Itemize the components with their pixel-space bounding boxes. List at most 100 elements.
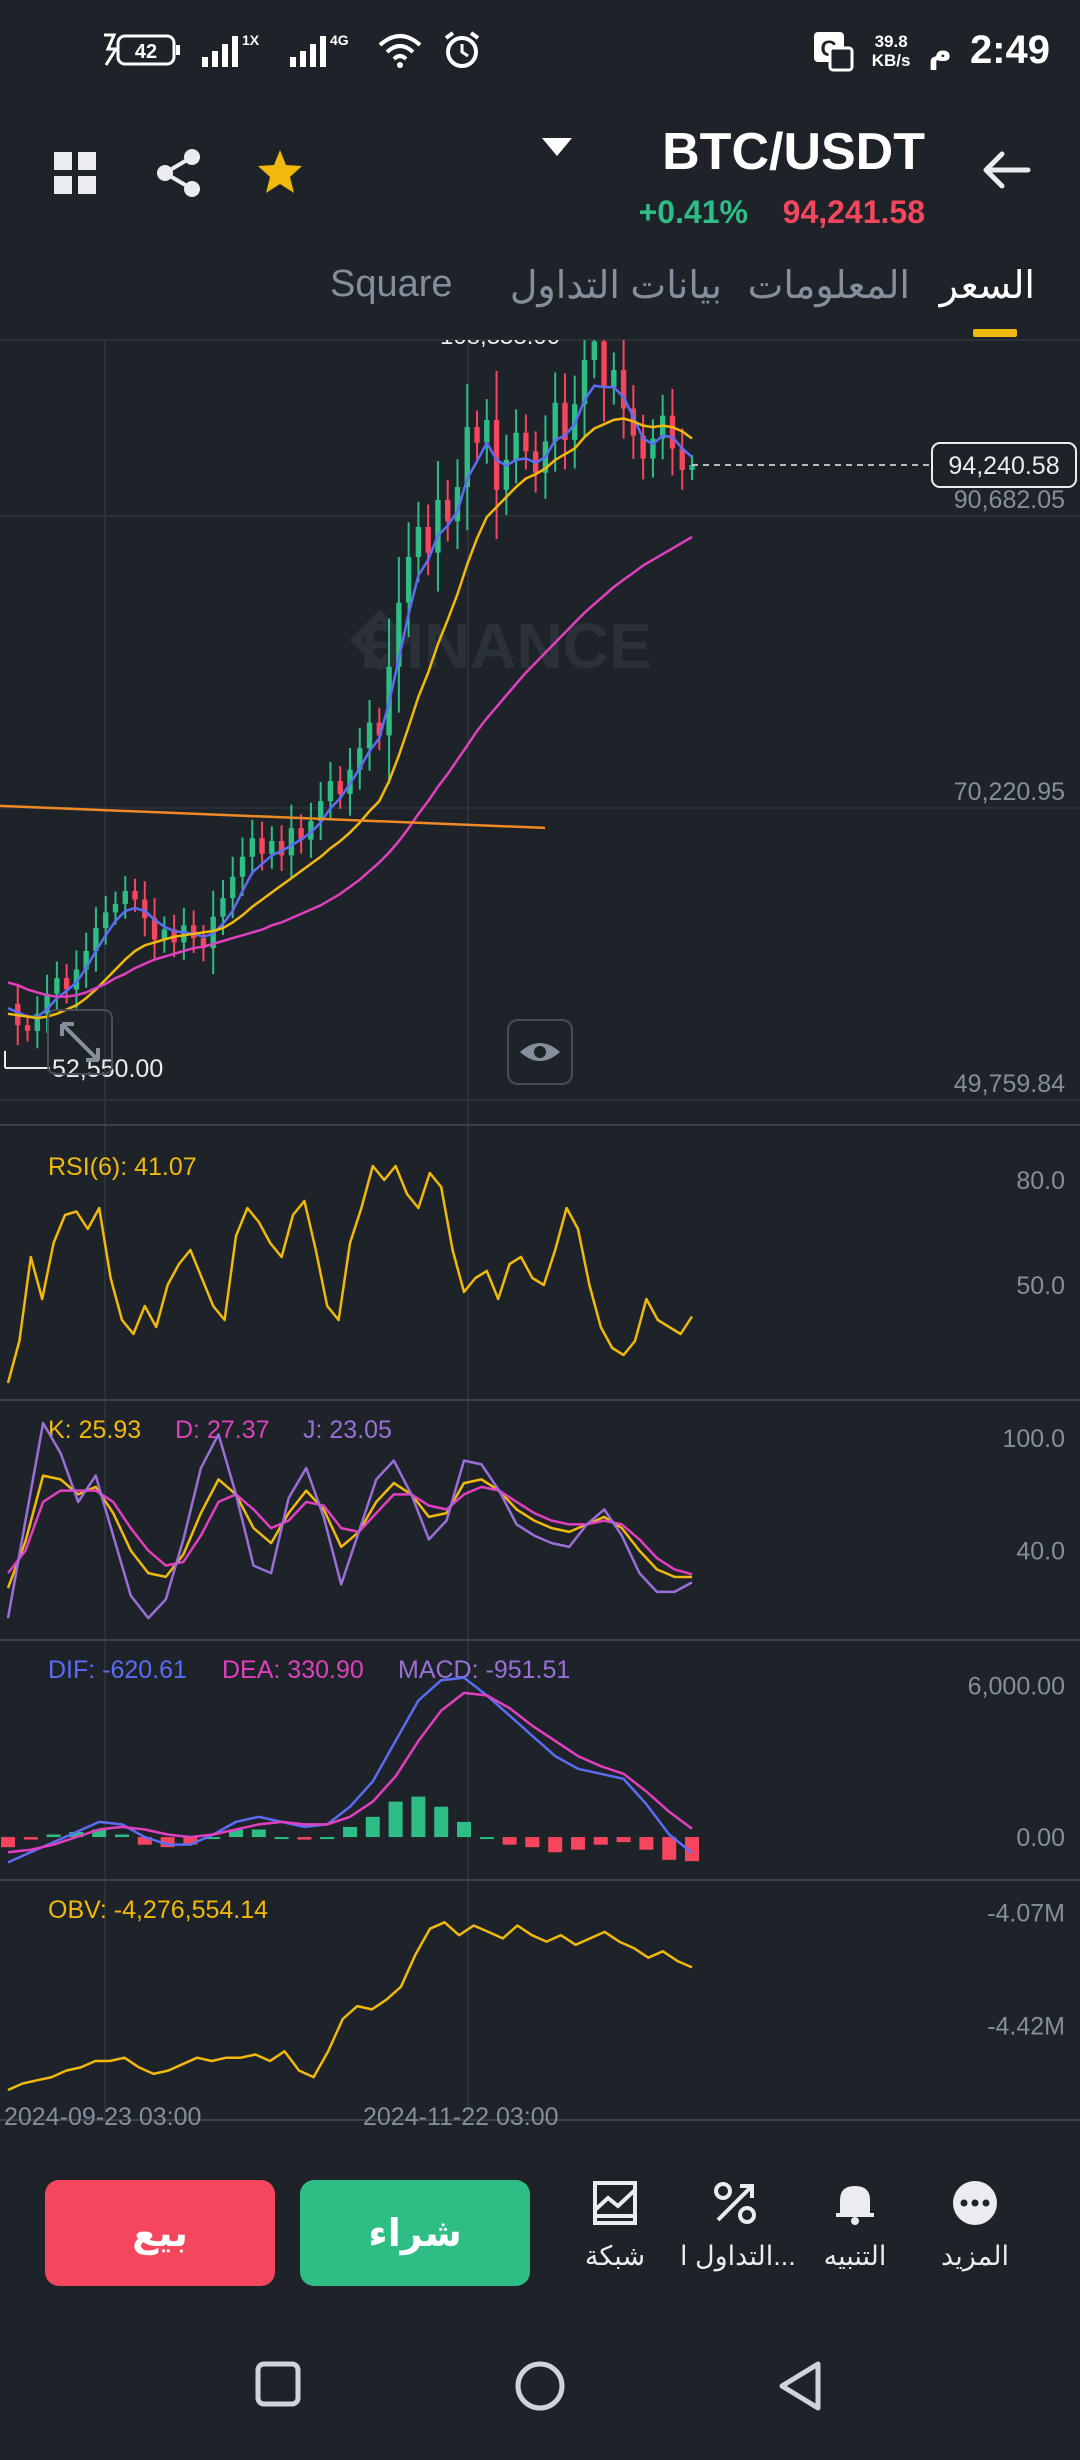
bell-icon <box>836 2186 874 2225</box>
candle-body <box>54 978 60 994</box>
kline-chart[interactable]: 90,682.0570,220.9549,759.84BINANCE108,35… <box>0 340 1080 2130</box>
macd-histogram-bar <box>662 1837 677 1860</box>
bottom-action-bar: بيع شراء شبكة التداول ا... التنبيه المزي… <box>0 2150 1080 2320</box>
tab-info[interactable]: المعلومات <box>748 263 910 308</box>
candle-body <box>425 527 431 553</box>
candle-body <box>405 556 412 603</box>
trendline <box>0 804 546 830</box>
home-circle-icon[interactable] <box>514 2360 566 2412</box>
more-action[interactable]: المزيد <box>920 2180 1030 2272</box>
obv-axis-label: -4.42M <box>987 2012 1065 2040</box>
macd-histogram-bar <box>479 1837 494 1840</box>
caret-down-icon[interactable] <box>542 138 572 160</box>
price-axis-label: 70,220.95 <box>954 778 1065 806</box>
status-icons-right: G 39.8 KB/s م 2:49 <box>812 28 1050 73</box>
kdj-line <box>6 1421 693 1620</box>
candle-body <box>435 499 441 553</box>
status-icons-left: 42 1X 4G <box>100 30 482 70</box>
candle-body <box>445 499 451 522</box>
kdj-label: K: 25.93 <box>48 1416 141 1444</box>
macd-axis-label: 0.00 <box>1016 1824 1065 1852</box>
battery-level: 42 <box>135 41 157 63</box>
back-triangle-icon[interactable] <box>776 2360 824 2412</box>
more-dots-icon <box>953 2181 997 2225</box>
macd-histogram-bar <box>571 1837 585 1850</box>
candle-body <box>513 432 519 460</box>
tab-trading-data[interactable]: بيانات التداول <box>510 263 722 308</box>
macd-histogram-bar <box>616 1837 631 1843</box>
obv-label: OBV: -4,276,554.14 <box>48 1896 268 1924</box>
candle-body <box>484 419 490 443</box>
net-speed: 39.8 KB/s <box>871 31 911 70</box>
kdj-label: D: 27.37 <box>175 1416 270 1444</box>
kdj-label: J: 23.05 <box>303 1416 392 1444</box>
wifi-icon <box>378 34 422 68</box>
macd-histogram-bar <box>365 1816 380 1838</box>
grid-menu-icon[interactable] <box>54 152 96 194</box>
trading-pair-title[interactable]: BTC/USDT <box>662 122 925 182</box>
macd-histogram-bar <box>411 1796 426 1838</box>
macd-histogram-bar <box>46 1834 61 1838</box>
macd-histogram-bar <box>320 1837 335 1840</box>
signal-1x-icon: 1X <box>202 32 260 67</box>
ampm: م <box>928 32 952 69</box>
macd-histogram-bar <box>388 1801 403 1838</box>
macd-histogram-bar <box>639 1837 654 1850</box>
trade-label: التداول ا... <box>680 2241 796 2271</box>
recents-square-icon[interactable] <box>254 2360 302 2408</box>
alarm-icon <box>444 31 480 68</box>
macd-histogram-bar <box>274 1837 289 1840</box>
time-axis-label: 2024-11-22 03:00 <box>363 2103 559 2130</box>
candle-body <box>122 891 128 904</box>
alert-action[interactable]: التنبيه <box>800 2180 910 2272</box>
back-arrow-icon[interactable] <box>982 150 1032 190</box>
favorite-star-icon[interactable] <box>256 148 304 196</box>
macd-label: MACD: -951.51 <box>398 1656 570 1684</box>
candle-body <box>239 856 246 877</box>
candle-body <box>230 876 236 899</box>
candle-body <box>337 781 343 794</box>
buy-button[interactable]: شراء <box>300 2180 530 2286</box>
clock: 2:49 <box>969 28 1050 72</box>
candle-body <box>24 1025 31 1031</box>
macd-label: DIF: -620.61 <box>48 1656 187 1684</box>
tab-bar: السعر المعلومات بيانات التداول Square <box>0 255 1080 341</box>
macd-histogram-bar <box>434 1806 449 1838</box>
candle-body <box>112 903 119 913</box>
share-icon[interactable] <box>156 148 202 198</box>
obv-axis-label: -4.07M <box>987 1900 1065 1928</box>
trade-action[interactable]: التداول ا... <box>680 2180 796 2272</box>
rsi-line <box>6 1164 694 1384</box>
header: BTC/USDT +0.41% 94,241.58 <box>0 110 1080 260</box>
kdj-line <box>6 1474 693 1589</box>
percent-trade-icon <box>714 2182 756 2224</box>
macd-label: DEA: 330.90 <box>222 1656 364 1684</box>
macd-histogram-bar <box>548 1837 563 1853</box>
macd-histogram-bar <box>525 1837 540 1848</box>
tab-square[interactable]: Square <box>330 263 453 306</box>
candle-body <box>132 891 138 900</box>
grid-trading-action[interactable]: شبكة <box>560 2180 670 2272</box>
macd-histogram-bar <box>593 1837 608 1845</box>
macd-histogram-bar <box>115 1834 129 1838</box>
candle-body <box>552 402 558 442</box>
candle-body <box>103 912 109 929</box>
candle-body <box>669 415 676 449</box>
candle-body <box>366 722 373 749</box>
macd-histogram-bar <box>502 1837 517 1845</box>
macd-histogram-bar <box>297 1837 312 1840</box>
candle-body <box>523 432 529 452</box>
last-price: 94,241.58 <box>782 194 925 230</box>
candle-body <box>611 369 617 388</box>
kdj-axis-label: 40.0 <box>1016 1538 1065 1566</box>
macd-histogram-bar <box>457 1821 471 1838</box>
system-nav-bar <box>0 2330 1080 2460</box>
sell-button[interactable]: بيع <box>45 2180 275 2286</box>
candle-body <box>591 341 597 360</box>
translate-icon: G <box>813 31 854 71</box>
candle-body <box>415 527 422 557</box>
candle-body <box>269 841 275 854</box>
candle-body <box>190 925 197 939</box>
tab-price[interactable]: السعر <box>940 263 1035 308</box>
low-price-label: 52,550.00 <box>52 1055 163 1083</box>
